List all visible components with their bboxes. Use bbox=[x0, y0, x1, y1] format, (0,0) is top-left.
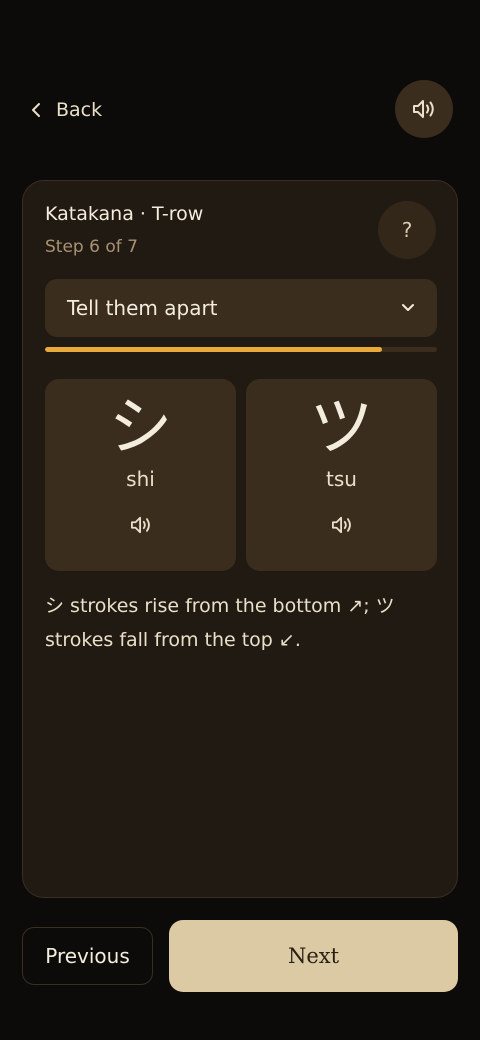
kana-romaji: shi bbox=[126, 467, 155, 491]
mode-select-value: Tell them apart bbox=[67, 296, 218, 320]
kana-glyph: シ bbox=[108, 391, 173, 465]
progress-bar bbox=[45, 347, 437, 352]
kana-card-tsu: ツ tsu bbox=[246, 379, 437, 571]
top-bar: Back bbox=[0, 0, 480, 170]
distinguishing-tip: シ strokes rise from the bottom ↗; ツ stro… bbox=[45, 595, 395, 651]
step-indicator: Step 6 of 7 bbox=[45, 237, 138, 257]
help-button[interactable]: ? bbox=[378, 201, 436, 259]
lesson-card: Katakana · T-row Step 6 of 7 ? Tell them… bbox=[22, 180, 458, 898]
kana-romaji: tsu bbox=[326, 467, 357, 491]
play-sound-button[interactable] bbox=[395, 80, 453, 138]
kana-glyph: ツ bbox=[309, 391, 374, 465]
previous-button[interactable]: Previous bbox=[22, 927, 153, 985]
previous-label: Previous bbox=[45, 944, 130, 968]
lesson-title: Katakana · T-row bbox=[45, 203, 204, 225]
chevron-down-icon bbox=[402, 304, 414, 311]
next-button[interactable]: Next bbox=[169, 920, 458, 992]
mode-select[interactable]: Tell them apart bbox=[45, 279, 437, 337]
chevron-left-icon bbox=[32, 103, 40, 117]
kana-card-shi: シ shi bbox=[45, 379, 236, 571]
progress-bar-fill bbox=[45, 347, 383, 352]
kana-play-sound-button[interactable] bbox=[127, 511, 155, 539]
back-label: Back bbox=[56, 99, 103, 121]
help-label: ? bbox=[401, 218, 413, 242]
speaker-icon bbox=[131, 516, 150, 534]
speaker-icon bbox=[413, 100, 434, 118]
kana-play-sound-button[interactable] bbox=[328, 511, 356, 539]
next-label: Next bbox=[287, 944, 340, 968]
speaker-icon bbox=[332, 516, 351, 534]
back-button[interactable]: Back bbox=[30, 94, 102, 126]
